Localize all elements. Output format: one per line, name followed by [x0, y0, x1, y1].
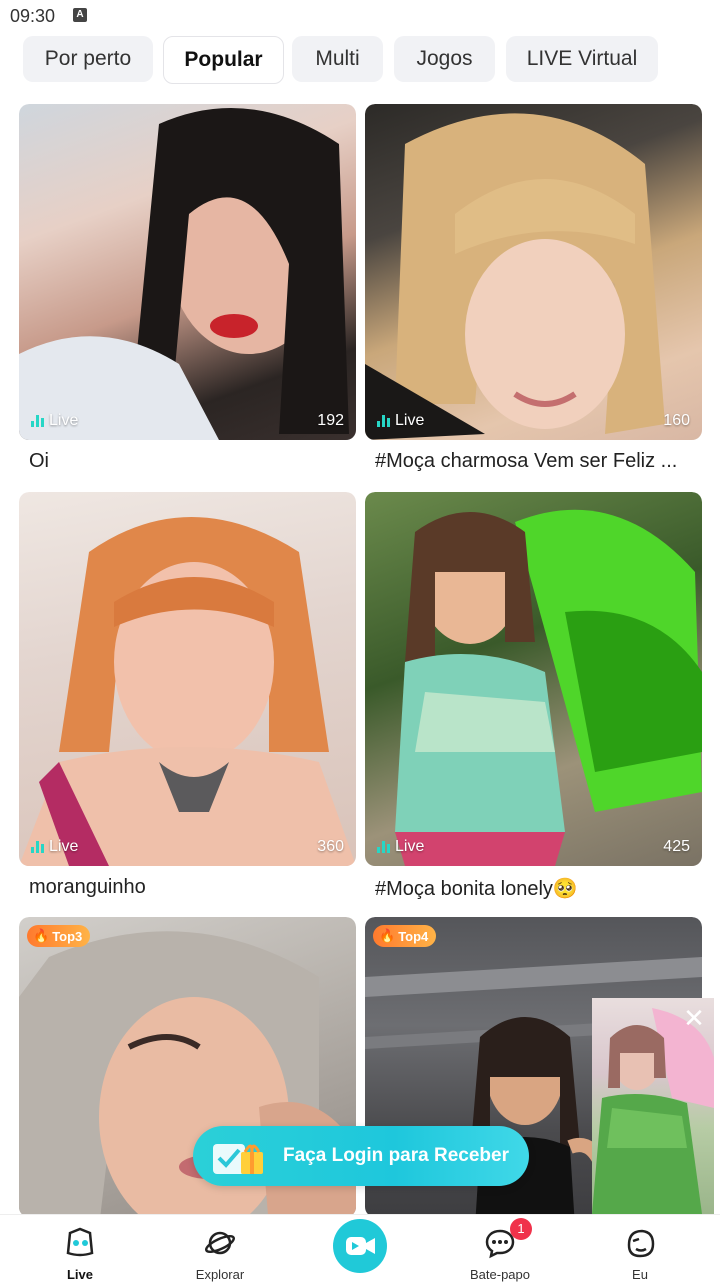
- stream-thumbnail[interactable]: Live 360: [19, 492, 356, 866]
- streamer-photo: [19, 108, 349, 440]
- video-camera-icon: [346, 1237, 375, 1255]
- tab-popular[interactable]: Popular: [163, 36, 284, 84]
- planet-icon: [204, 1231, 236, 1255]
- nav-bate-papo[interactable]: Bate-papo: [450, 1221, 550, 1282]
- stream-card[interactable]: Live 425 #Moça bonita lonely🥺: [365, 492, 702, 902]
- viewer-count: 192: [317, 412, 344, 429]
- stream-caption: #Moça bonita lonely🥺: [375, 878, 578, 900]
- tab-live-virtual[interactable]: LIVE Virtual: [506, 36, 658, 82]
- streamer-photo: [365, 113, 665, 440]
- viewer-count: 360: [317, 838, 344, 855]
- gift-icon: [213, 1144, 263, 1174]
- live-icon: [66, 1227, 94, 1257]
- live-indicator: Live: [31, 412, 78, 430]
- live-indicator: Live: [377, 838, 424, 856]
- viewer-count: 160: [663, 412, 690, 429]
- close-icon[interactable]: ✕: [682, 1005, 706, 1031]
- live-label: Live: [395, 412, 425, 429]
- live-bars-icon: [377, 415, 390, 427]
- unread-message-badge: 1: [510, 1218, 532, 1240]
- stream-thumbnail[interactable]: Live 160: [365, 104, 702, 440]
- ranking-badge: 🔥 Top4: [373, 925, 437, 947]
- notification-a-icon: A: [73, 8, 87, 22]
- live-bars-icon: [31, 841, 44, 853]
- ranking-label: Top4: [398, 928, 429, 944]
- live-label: Live: [49, 412, 79, 429]
- stream-card[interactable]: Live 160 #Moça charmosa Vem ser Feliz ..…: [365, 104, 702, 484]
- nav-eu[interactable]: Eu: [590, 1221, 690, 1282]
- live-bars-icon: [377, 841, 390, 853]
- status-time: 09:30: [10, 6, 56, 26]
- tab-jogos[interactable]: Jogos: [394, 36, 495, 82]
- stream-thumbnail[interactable]: Live 192: [19, 104, 356, 440]
- profile-icon: [627, 1229, 655, 1258]
- live-indicator: Live: [377, 412, 424, 430]
- category-tabs: Por perto Popular Multi Jogos LIVE Virtu…: [0, 34, 720, 86]
- floating-video-player[interactable]: ✕: [592, 998, 714, 1214]
- live-label: Live: [49, 838, 79, 855]
- go-live-button[interactable]: [333, 1219, 387, 1273]
- ranking-label: Top3: [52, 928, 83, 944]
- stream-caption: Oi: [29, 450, 49, 472]
- streamer-photo: [395, 509, 702, 866]
- stream-card[interactable]: Live 360 moranguinho: [19, 492, 356, 902]
- stream-caption: #Moça charmosa Vem ser Feliz ...: [375, 450, 678, 472]
- live-indicator: Live: [31, 838, 78, 856]
- flame-icon: 🔥: [33, 928, 50, 943]
- nav-live[interactable]: Live: [30, 1221, 130, 1282]
- ranking-badge: 🔥 Top3: [27, 925, 91, 947]
- live-bars-icon: [31, 415, 44, 427]
- status-bar: 09:30 A: [0, 0, 720, 32]
- stream-card[interactable]: Live 192 Oi: [19, 104, 356, 484]
- tab-por-perto[interactable]: Por perto: [23, 36, 153, 82]
- viewer-count: 425: [663, 838, 690, 855]
- live-label: Live: [395, 838, 425, 855]
- flame-icon: 🔥: [379, 928, 396, 943]
- tab-multi[interactable]: Multi: [292, 36, 383, 82]
- stream-thumbnail[interactable]: Live 425: [365, 492, 702, 866]
- login-banner-text: Faça Login para Receber: [283, 1145, 509, 1166]
- stream-caption: moranguinho: [29, 876, 146, 898]
- login-reward-banner[interactable]: Faça Login para Receber: [193, 1126, 529, 1186]
- nav-explorar[interactable]: Explorar: [170, 1221, 270, 1282]
- streamer-photo: [19, 517, 356, 866]
